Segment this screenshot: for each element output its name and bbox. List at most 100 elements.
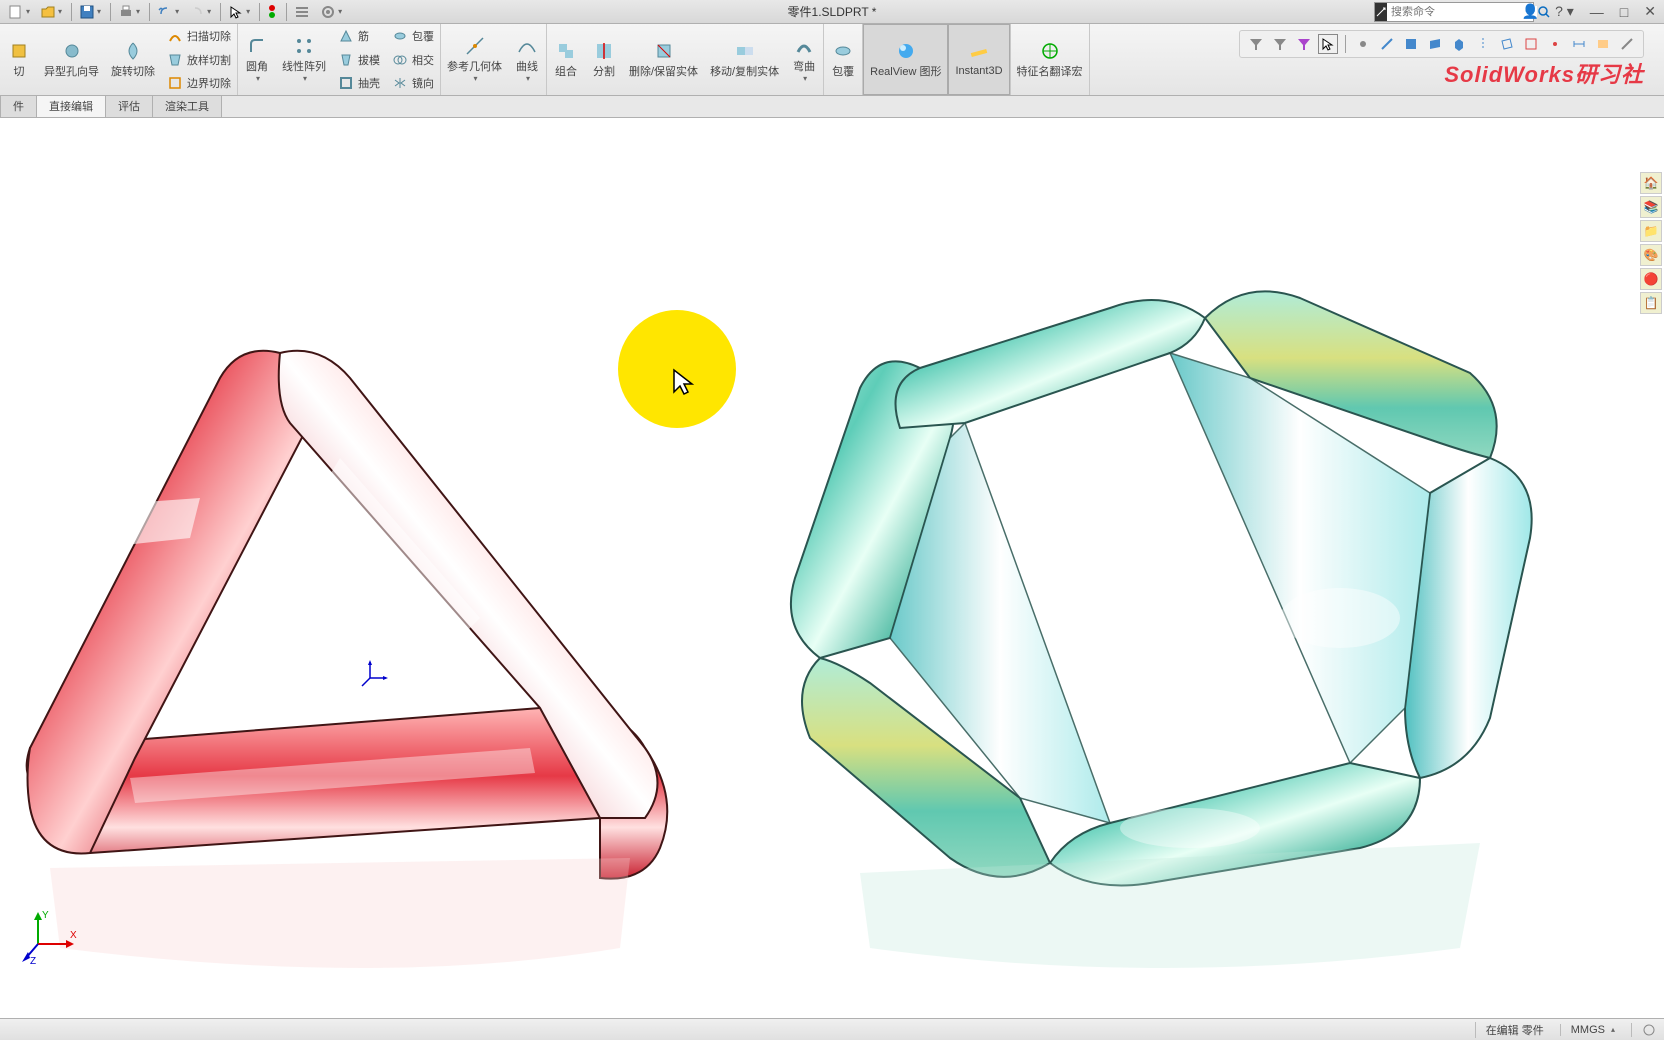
svg-text:X: X	[70, 930, 77, 941]
search-prefix-icon	[1375, 3, 1387, 21]
linear-pattern-button[interactable]: 线性阵列▾	[276, 24, 332, 95]
intersect-label: 相交	[412, 52, 434, 68]
3d-viewport[interactable]: Y X Z	[0, 118, 1664, 1016]
traffic-light-icon[interactable]	[263, 2, 281, 22]
quick-access-toolbar: ▾ ▾ ▾ ▾ ▾ ▾ ▾ ▾ 零件1.SLDPRT * 👤 ? ▾ — □ ✕	[0, 0, 1664, 24]
select-button[interactable]: ▾	[224, 2, 254, 22]
mirror-label: 镜向	[412, 75, 434, 91]
minimize-button[interactable]: —	[1586, 4, 1608, 20]
point-filter-icon[interactable]	[1545, 34, 1565, 54]
dim-filter-icon[interactable]	[1569, 34, 1589, 54]
combine-button[interactable]: 组合	[547, 24, 585, 95]
linear-pattern-label: 线性阵列	[282, 58, 326, 74]
more-filter-icon[interactable]	[1617, 34, 1637, 54]
fillet-label: 圆角	[246, 58, 268, 74]
cursor-select-icon[interactable]	[1318, 34, 1338, 54]
tab-evaluate[interactable]: 评估	[105, 94, 153, 117]
combine-label: 组合	[555, 63, 577, 79]
watermark-text: SolidWorks研习社	[1444, 57, 1644, 89]
home-tab-icon[interactable]: 🏠	[1640, 172, 1662, 194]
sweep-cut-button[interactable]: 扫描切除	[161, 24, 237, 48]
draft-button[interactable]: 拔模	[332, 48, 386, 72]
curves-button[interactable]: 曲线▾	[508, 24, 546, 95]
status-editing-text: 在编辑 零件	[1486, 1022, 1544, 1038]
face-filter-icon[interactable]	[1401, 34, 1421, 54]
window-controls: 👤 ? ▾ — □ ✕	[1518, 3, 1660, 20]
axis-filter-icon[interactable]	[1473, 34, 1493, 54]
boundary-cut-button[interactable]: 边界切除	[161, 71, 237, 95]
tab-direct-edit[interactable]: 直接编辑	[36, 94, 106, 117]
edge-filter-icon[interactable]	[1377, 34, 1397, 54]
search-box[interactable]	[1374, 2, 1534, 22]
wrap-button[interactable]: 包覆	[386, 24, 440, 48]
svg-text:Z: Z	[30, 956, 36, 966]
file-explorer-tab-icon[interactable]: 📁	[1640, 220, 1662, 242]
rib-label: 筋	[358, 28, 369, 44]
settings-button[interactable]: ▾	[316, 2, 346, 22]
status-extra-icon[interactable]	[1631, 1023, 1656, 1037]
selection-filter-toolbar	[1239, 30, 1644, 58]
ref-geometry-button[interactable]: 参考几何体▾	[441, 24, 508, 95]
plane-filter-icon[interactable]	[1497, 34, 1517, 54]
print-button[interactable]: ▾	[114, 2, 144, 22]
help-button[interactable]: ? ▾	[1551, 3, 1578, 20]
status-units[interactable]: MMGS▴	[1560, 1024, 1615, 1036]
hole-wizard-button[interactable]: 异型孔向导	[38, 24, 105, 95]
bend-button[interactable]: 弯曲▾	[785, 24, 823, 95]
split-button[interactable]: 分割	[585, 24, 623, 95]
shell-button[interactable]: 抽壳	[332, 71, 386, 95]
realview-button[interactable]: RealView 图形	[863, 24, 948, 95]
intersect-button[interactable]: 相交	[386, 48, 440, 72]
solid-filter-icon[interactable]	[1449, 34, 1469, 54]
save-button[interactable]: ▾	[75, 2, 105, 22]
rib-button[interactable]: 筋	[332, 24, 386, 48]
undo-button[interactable]: ▾	[153, 2, 183, 22]
user-icon[interactable]: 👤	[1518, 3, 1543, 20]
revolve-cut-button[interactable]: 旋转切除	[105, 24, 161, 95]
search-input[interactable]	[1387, 6, 1537, 18]
options-button[interactable]	[290, 2, 314, 22]
wrap-label: 包覆	[412, 28, 434, 44]
wrap2-label: 包覆	[832, 63, 854, 79]
close-button[interactable]: ✕	[1640, 3, 1660, 20]
draft-label: 拔模	[358, 52, 380, 68]
command-tabs: 件 直接编辑 评估 渲染工具	[0, 96, 1664, 118]
delete-keep-button[interactable]: 删除/保留实体	[623, 24, 704, 95]
move-copy-button[interactable]: 移动/复制实体	[704, 24, 785, 95]
note-filter-icon[interactable]	[1593, 34, 1613, 54]
redo-button[interactable]: ▾	[185, 2, 215, 22]
curves-label: 曲线	[516, 58, 538, 74]
design-lib-tab-icon[interactable]: 📚	[1640, 196, 1662, 218]
ribbon-toolbar: 切 异型孔向导 旋转切除 扫描切除 放样切割 边界切除 圆角▾ 线性阵列▾ 筋 …	[0, 24, 1664, 96]
new-button[interactable]: ▾	[4, 2, 34, 22]
svg-text:Y: Y	[42, 910, 49, 921]
loft-cut-label: 放样切割	[187, 52, 231, 68]
view-palette-tab-icon[interactable]: 🎨	[1640, 244, 1662, 266]
hole-wizard-label: 异型孔向导	[44, 63, 99, 79]
delete-keep-label: 删除/保留实体	[629, 63, 698, 79]
wrap2-button[interactable]: 包覆	[824, 24, 862, 95]
mirror-button[interactable]: 镜向	[386, 71, 440, 95]
filter-icon-3[interactable]	[1294, 34, 1314, 54]
view-triad-icon[interactable]: Y X Z	[20, 906, 80, 966]
bend-label: 弯曲	[793, 58, 815, 74]
tab-features[interactable]: 件	[0, 94, 37, 117]
open-button[interactable]: ▾	[36, 2, 66, 22]
loft-cut-button[interactable]: 放样切割	[161, 48, 237, 72]
cursor-pointer-icon	[670, 368, 696, 405]
cut-button[interactable]: 切	[0, 24, 38, 95]
surface-filter-icon[interactable]	[1425, 34, 1445, 54]
sketch-filter-icon[interactable]	[1521, 34, 1541, 54]
origin-triad-icon	[360, 658, 390, 688]
appearances-tab-icon[interactable]: 🔴	[1640, 268, 1662, 290]
translate-macro-button[interactable]: 特征名翻译宏	[1011, 24, 1089, 95]
instant3d-button[interactable]: Instant3D	[948, 24, 1009, 95]
vertex-filter-icon[interactable]	[1353, 34, 1373, 54]
custom-props-tab-icon[interactable]: 📋	[1640, 292, 1662, 314]
fillet-button[interactable]: 圆角▾	[238, 24, 276, 95]
document-title: 零件1.SLDPRT *	[788, 3, 877, 20]
filter-icon-2[interactable]	[1270, 34, 1290, 54]
tab-render-tools[interactable]: 渲染工具	[152, 94, 222, 117]
filter-icon[interactable]	[1246, 34, 1266, 54]
maximize-button[interactable]: □	[1616, 4, 1632, 20]
